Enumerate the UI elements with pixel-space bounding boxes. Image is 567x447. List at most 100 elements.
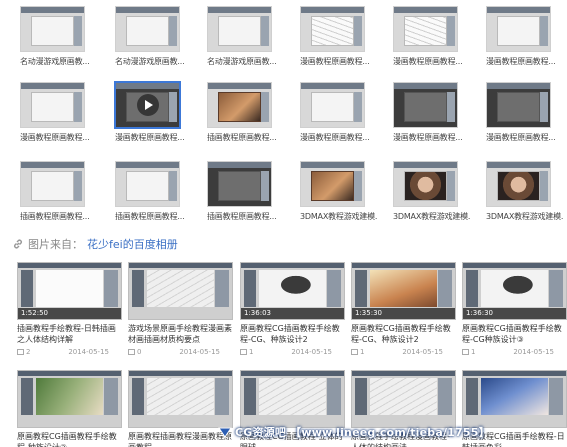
album-item[interactable]: 漫画教程原画教程...: [300, 6, 370, 67]
video-meta: 1 2014-05-15: [240, 348, 332, 356]
video-thumbnail[interactable]: 1:36:03: [240, 262, 345, 320]
site-watermark: CG资源吧 【www.lineeg.com/tieba/1755】: [218, 424, 490, 440]
album-caption[interactable]: 3DMAX教程游戏建模...: [486, 211, 564, 222]
album-thumbnail[interactable]: [114, 81, 181, 129]
album-caption[interactable]: 漫画教程原画教程...: [115, 132, 193, 143]
album-item[interactable]: 漫画教程原画教程...: [393, 6, 463, 67]
video-meta: 0 2014-05-15: [128, 348, 220, 356]
album-thumbnail[interactable]: [115, 6, 180, 52]
album-item[interactable]: 漫画教程原画教程...: [486, 82, 556, 143]
album-item[interactable]: 插画教程原画教程...: [207, 82, 277, 143]
video-card[interactable]: 1:36:03 原画教程CG插画教程手绘教程-CG、种族设计2 1 2014-05-1…: [240, 262, 345, 356]
album-caption[interactable]: 名动漫游戏原画教...: [115, 56, 193, 67]
link-icon: [14, 239, 22, 249]
album-item[interactable]: 名动漫游戏原画教...: [115, 6, 185, 67]
video-card[interactable]: 游戏场景原画手绘教程漫画素材画插画材质构要点 0 2014-05-15: [128, 262, 233, 356]
album-caption[interactable]: 漫画教程原画教程...: [486, 132, 564, 143]
watermark-logo-icon: [218, 427, 232, 438]
video-comment-count: 1: [351, 348, 364, 356]
video-card[interactable]: 1:36:30 原画教程CG插画教程手绘教程-CG种族设计③ 1 2014-05-15: [462, 262, 567, 356]
album-thumbnail[interactable]: [207, 82, 272, 128]
album-item[interactable]: 插画教程原画教程...: [20, 161, 90, 222]
album-item[interactable]: 3DMAX教程游戏建模...: [393, 161, 471, 222]
album-thumbnail[interactable]: [207, 6, 272, 52]
video-feed: 1:52:50 插画教程手绘教程-日韩插画之人体结构详解 2 2014-05-15 游戏…: [0, 262, 567, 447]
album-thumbnail[interactable]: [393, 6, 458, 52]
image-source-line: 图片来自： 花少fei的百度相册: [12, 236, 178, 252]
album-caption[interactable]: 漫画教程原画教程...: [486, 56, 564, 67]
album-thumbnail[interactable]: [20, 161, 85, 207]
video-date: 2014-05-15: [402, 348, 443, 356]
video-thumbnail[interactable]: [462, 370, 567, 428]
album-item[interactable]: 漫画教程原画教程...: [114, 81, 185, 143]
video-count-value: 1: [249, 348, 254, 356]
video-thumbnail[interactable]: [240, 370, 345, 428]
album-thumbnail[interactable]: [115, 161, 180, 207]
video-date: 2014-05-15: [513, 348, 554, 356]
album-caption[interactable]: 3DMAX教程游戏建模...: [393, 211, 471, 222]
album-thumbnail[interactable]: [207, 161, 272, 207]
comment-count-icon: [240, 349, 247, 355]
album-item[interactable]: 漫画教程原画教程...: [486, 6, 556, 67]
album-caption[interactable]: 漫画教程原画教程...: [300, 132, 378, 143]
video-title[interactable]: 原画教程CG插画教程手绘教程-CG、种族设计2: [240, 323, 345, 345]
album-caption[interactable]: 插画教程原画教程...: [20, 211, 98, 222]
album-thumbnail[interactable]: [486, 6, 551, 52]
album-item[interactable]: 漫画教程原画教程...: [20, 82, 90, 143]
album-thumbnail[interactable]: [20, 82, 85, 128]
video-thumbnail[interactable]: [128, 262, 233, 320]
video-thumbnail[interactable]: 1:52:50: [17, 262, 122, 320]
album-caption[interactable]: 漫画教程原画教程...: [300, 56, 378, 67]
video-thumbnail[interactable]: 1:35:30: [351, 262, 456, 320]
video-comment-count: 1: [240, 348, 253, 356]
video-count-value: 1: [471, 348, 476, 356]
album-thumbnail[interactable]: [20, 6, 85, 52]
album-caption[interactable]: 3DMAX教程游戏建模...: [300, 211, 378, 222]
album-thumbnail[interactable]: [393, 82, 458, 128]
album-thumbnail[interactable]: [300, 82, 365, 128]
album-caption[interactable]: 漫画教程原画教程...: [393, 56, 471, 67]
video-title[interactable]: 原画教程CG插画教程手绘教程-种族设计②: [17, 431, 122, 447]
video-title[interactable]: 原画教程CG插画教程手绘教程-CG种族设计③: [462, 323, 567, 345]
video-card[interactable]: 1:52:50 插画教程手绘教程-日韩插画之人体结构详解 2 2014-05-15: [17, 262, 122, 356]
album-caption[interactable]: 插画教程原画教程...: [115, 211, 193, 222]
video-date: 2014-05-15: [291, 348, 332, 356]
video-comment-count: 1: [462, 348, 475, 356]
source-author-link[interactable]: 花少fei的百度相册: [87, 236, 178, 252]
video-card[interactable]: 原画教程CG插画教程手绘教程-种族设计②: [17, 370, 122, 447]
album-thumbnail[interactable]: [300, 6, 365, 52]
album-item[interactable]: 插画教程原画教程...: [115, 161, 185, 222]
comment-count-icon: [17, 349, 24, 355]
album-item[interactable]: 漫画教程原画教程...: [393, 82, 463, 143]
album-item[interactable]: 名动漫游戏原画教...: [207, 6, 277, 67]
video-meta: 1 2014-05-15: [351, 348, 443, 356]
video-count-value: 2: [26, 348, 31, 356]
album-caption[interactable]: 漫画教程原画教程...: [20, 132, 98, 143]
video-title[interactable]: 游戏场景原画手绘教程漫画素材画插画材质构要点: [128, 323, 233, 345]
video-title[interactable]: 插画教程手绘教程-日韩插画之人体结构详解: [17, 323, 122, 345]
video-thumbnail[interactable]: [128, 370, 233, 428]
album-item[interactable]: 漫画教程原画教程...: [300, 82, 370, 143]
video-thumbnail[interactable]: [17, 370, 122, 428]
video-count-value: 0: [137, 348, 142, 356]
comment-count-icon: [128, 349, 135, 355]
video-thumbnail[interactable]: 1:36:30: [462, 262, 567, 320]
video-thumbnail[interactable]: [351, 370, 456, 428]
album-thumbnail[interactable]: [486, 82, 551, 128]
album-item[interactable]: 3DMAX教程游戏建模...: [486, 161, 564, 222]
album-caption[interactable]: 名动漫游戏原画教...: [20, 56, 98, 67]
album-item[interactable]: 3DMAX教程游戏建模...: [300, 161, 378, 222]
album-item[interactable]: 名动漫游戏原画教...: [20, 6, 90, 67]
album-thumbnail[interactable]: [300, 161, 365, 207]
album-caption[interactable]: 插画教程原画教程...: [207, 211, 285, 222]
album-thumbnail[interactable]: [393, 161, 458, 207]
video-title[interactable]: 原画教程CG插画教程手绘教程-CG、种族设计2: [351, 323, 456, 345]
album-thumbnail[interactable]: [486, 161, 551, 207]
video-card[interactable]: 1:35:30 原画教程CG插画教程手绘教程-CG、种族设计2 1 2014-05-1…: [351, 262, 456, 356]
album-caption[interactable]: 插画教程原画教程...: [207, 132, 285, 143]
play-icon[interactable]: [136, 94, 159, 116]
watermark-text: CG资源吧 【www.lineeg.com/tieba/1755】: [235, 426, 490, 439]
album-caption[interactable]: 名动漫游戏原画教...: [207, 56, 285, 67]
album-item[interactable]: 插画教程原画教程...: [207, 161, 277, 222]
album-caption[interactable]: 漫画教程原画教程...: [393, 132, 471, 143]
